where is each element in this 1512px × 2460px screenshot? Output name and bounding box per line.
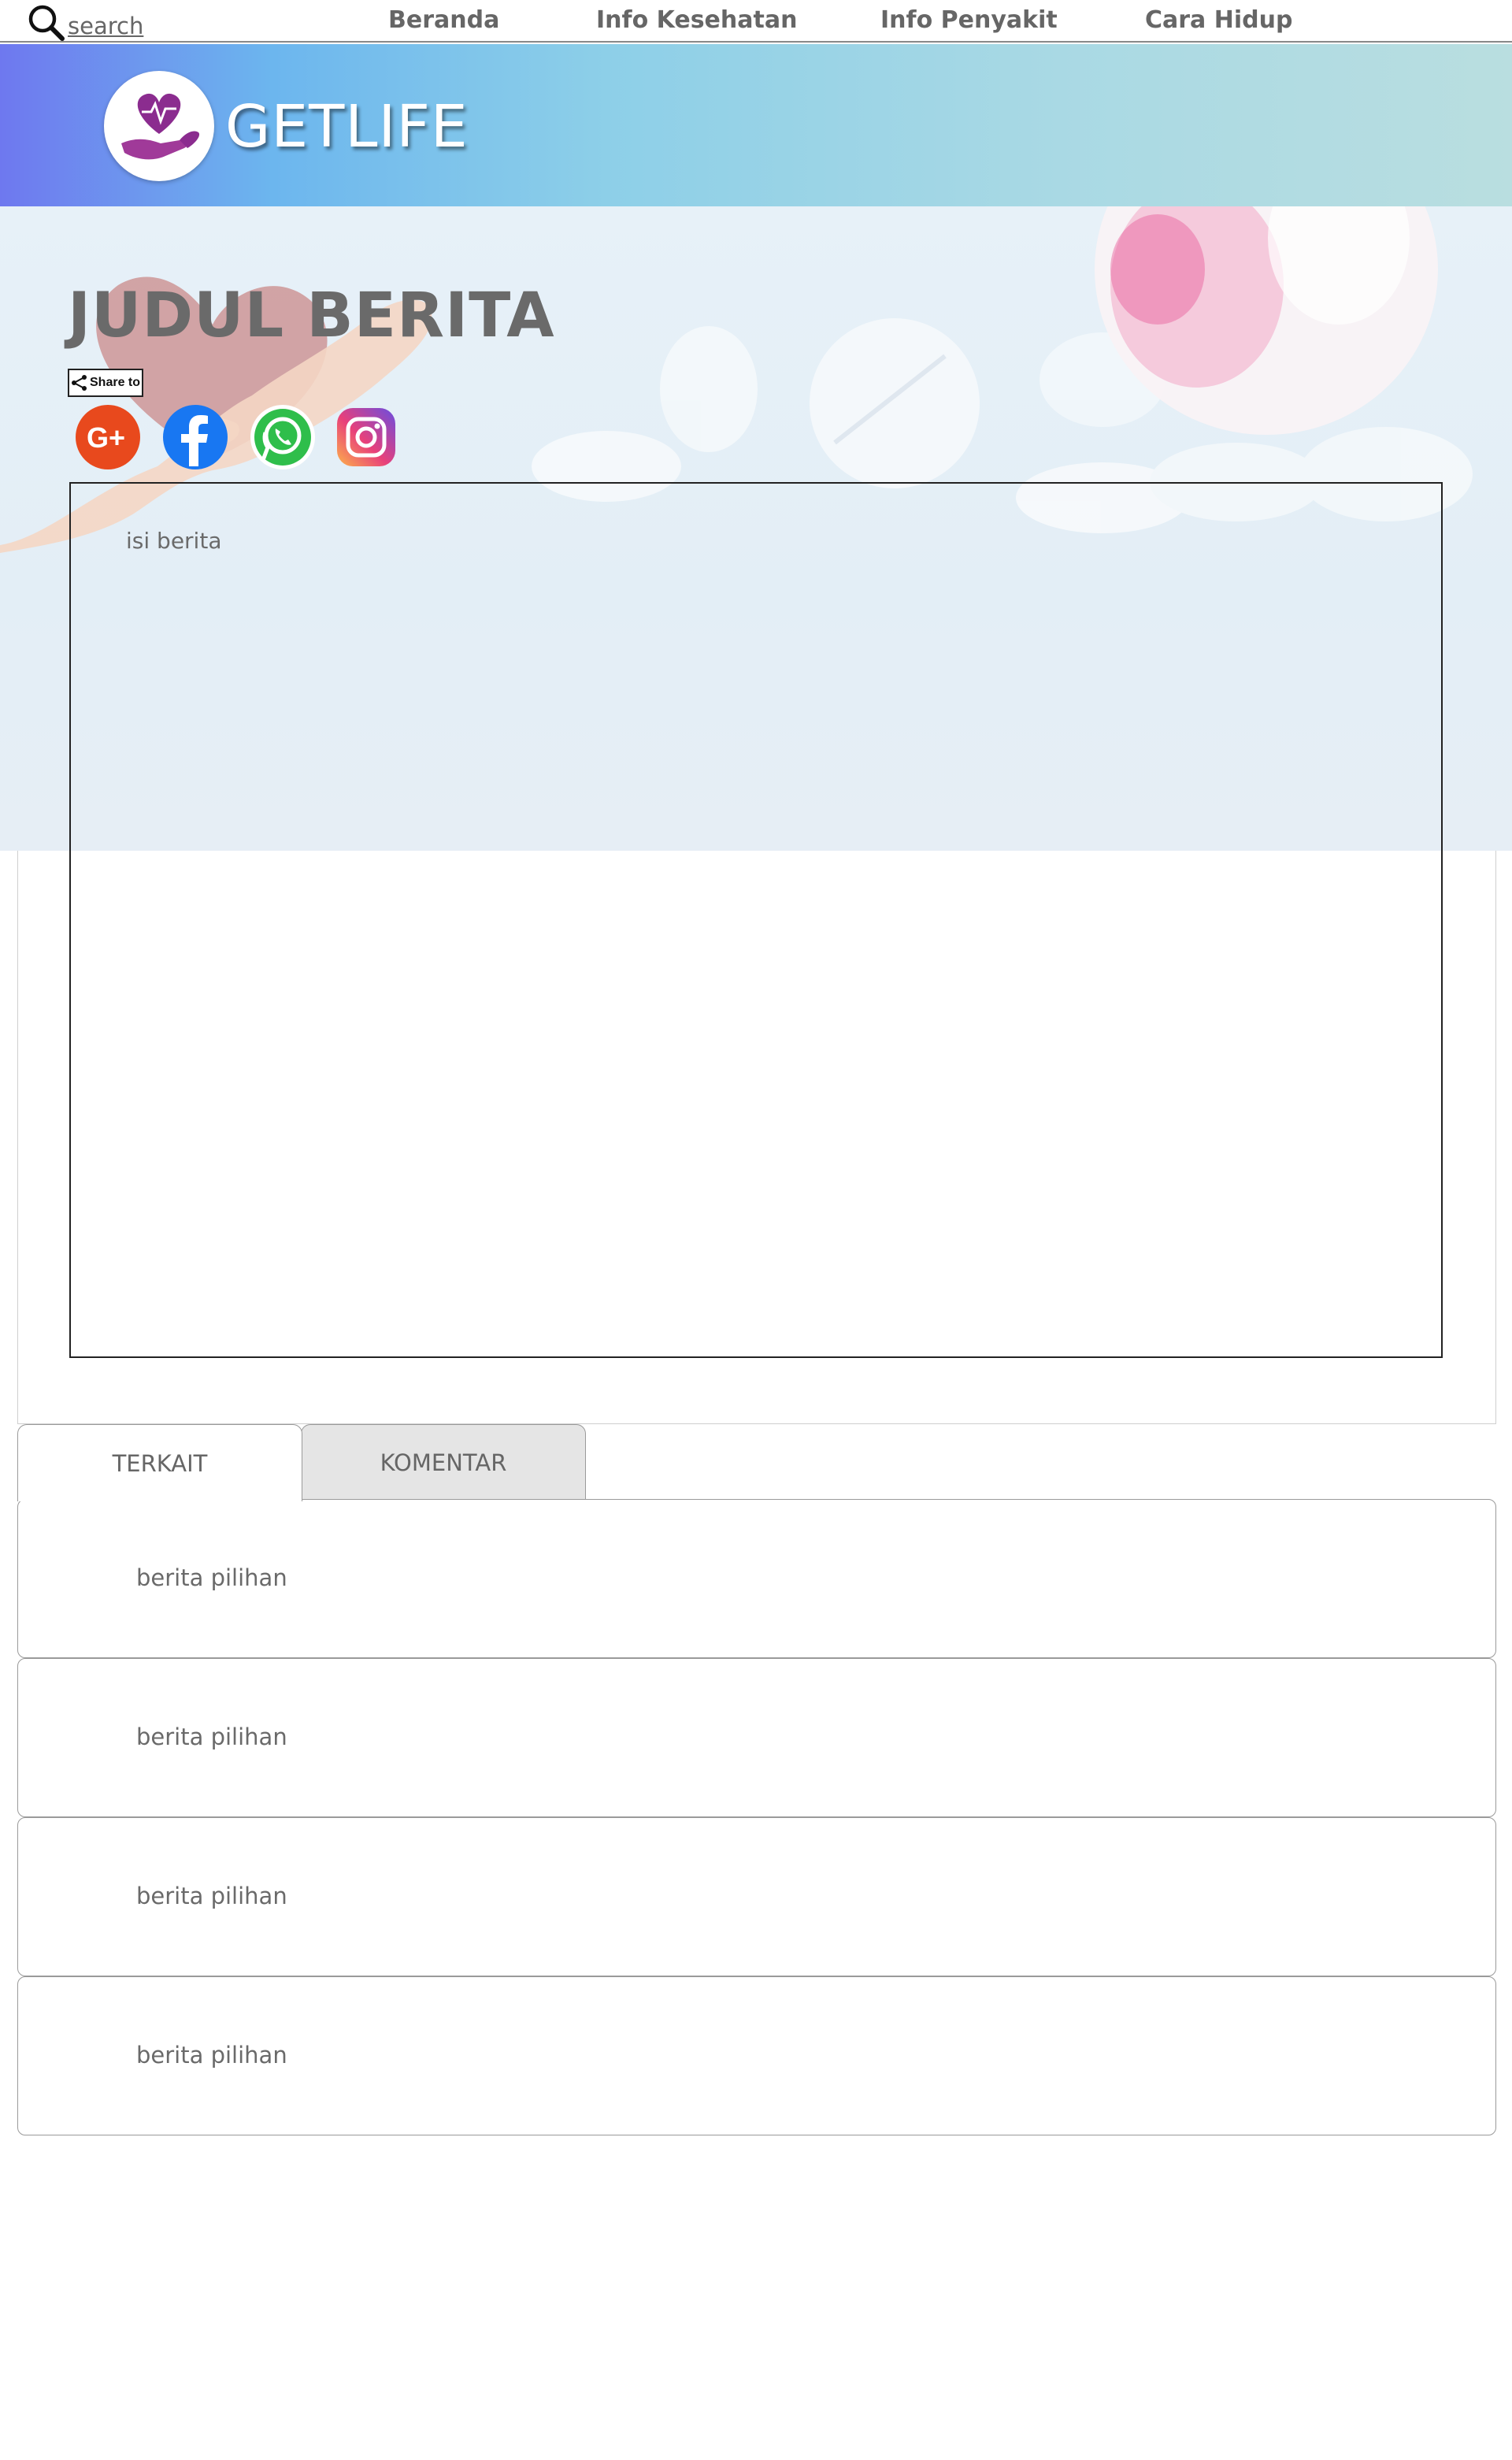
nav-item-cara-hidup[interactable]: Cara Hidup	[1145, 6, 1292, 34]
heart-hand-icon	[121, 93, 200, 160]
list-item-label: berita pilihan	[136, 2042, 287, 2069]
share-label: Share to	[68, 369, 144, 397]
article-content-box	[69, 482, 1443, 1358]
logo[interactable]	[104, 71, 214, 181]
tab-terkait[interactable]: TERKAIT	[17, 1424, 302, 1501]
tab-terkait-label: TERKAIT	[112, 1449, 208, 1477]
search-icon[interactable]	[27, 3, 66, 43]
share-text: Share to	[90, 376, 141, 389]
whatsapp-icon[interactable]	[249, 403, 317, 471]
header-banner: GETLIFE	[0, 44, 1512, 206]
article-content: isi berita	[126, 528, 222, 554]
tab-komentar[interactable]: KOMENTAR	[301, 1424, 586, 1500]
nav-item-info-kesehatan[interactable]: Info Kesehatan	[596, 6, 797, 34]
list-item[interactable]: berita pilihan	[17, 1499, 1496, 1658]
list-item[interactable]: berita pilihan	[17, 1817, 1496, 1976]
article-title: JUDUL BERITA	[68, 280, 555, 351]
facebook-icon[interactable]	[161, 403, 229, 471]
instagram-icon[interactable]	[332, 403, 400, 471]
list-item-label: berita pilihan	[136, 1723, 287, 1750]
list-item-label: berita pilihan	[136, 1883, 287, 1909]
search[interactable]: search	[27, 3, 143, 43]
google-plus-icon[interactable]: G+	[74, 403, 142, 471]
svg-text:G+: G+	[87, 421, 125, 454]
brand-name: GETLIFE	[225, 93, 469, 161]
nav-item-beranda[interactable]: Beranda	[388, 6, 499, 34]
tab-komentar-label: KOMENTAR	[380, 1449, 507, 1476]
top-nav: search Beranda Info Kesehatan Info Penya…	[0, 0, 1512, 43]
list-item-label: berita pilihan	[136, 1564, 287, 1591]
list-item[interactable]: berita pilihan	[17, 1658, 1496, 1817]
list-item[interactable]: berita pilihan	[17, 1976, 1496, 2135]
share-icon	[72, 375, 87, 391]
nav-item-info-penyakit[interactable]: Info Penyakit	[880, 6, 1058, 34]
search-link[interactable]: search	[68, 13, 143, 39]
